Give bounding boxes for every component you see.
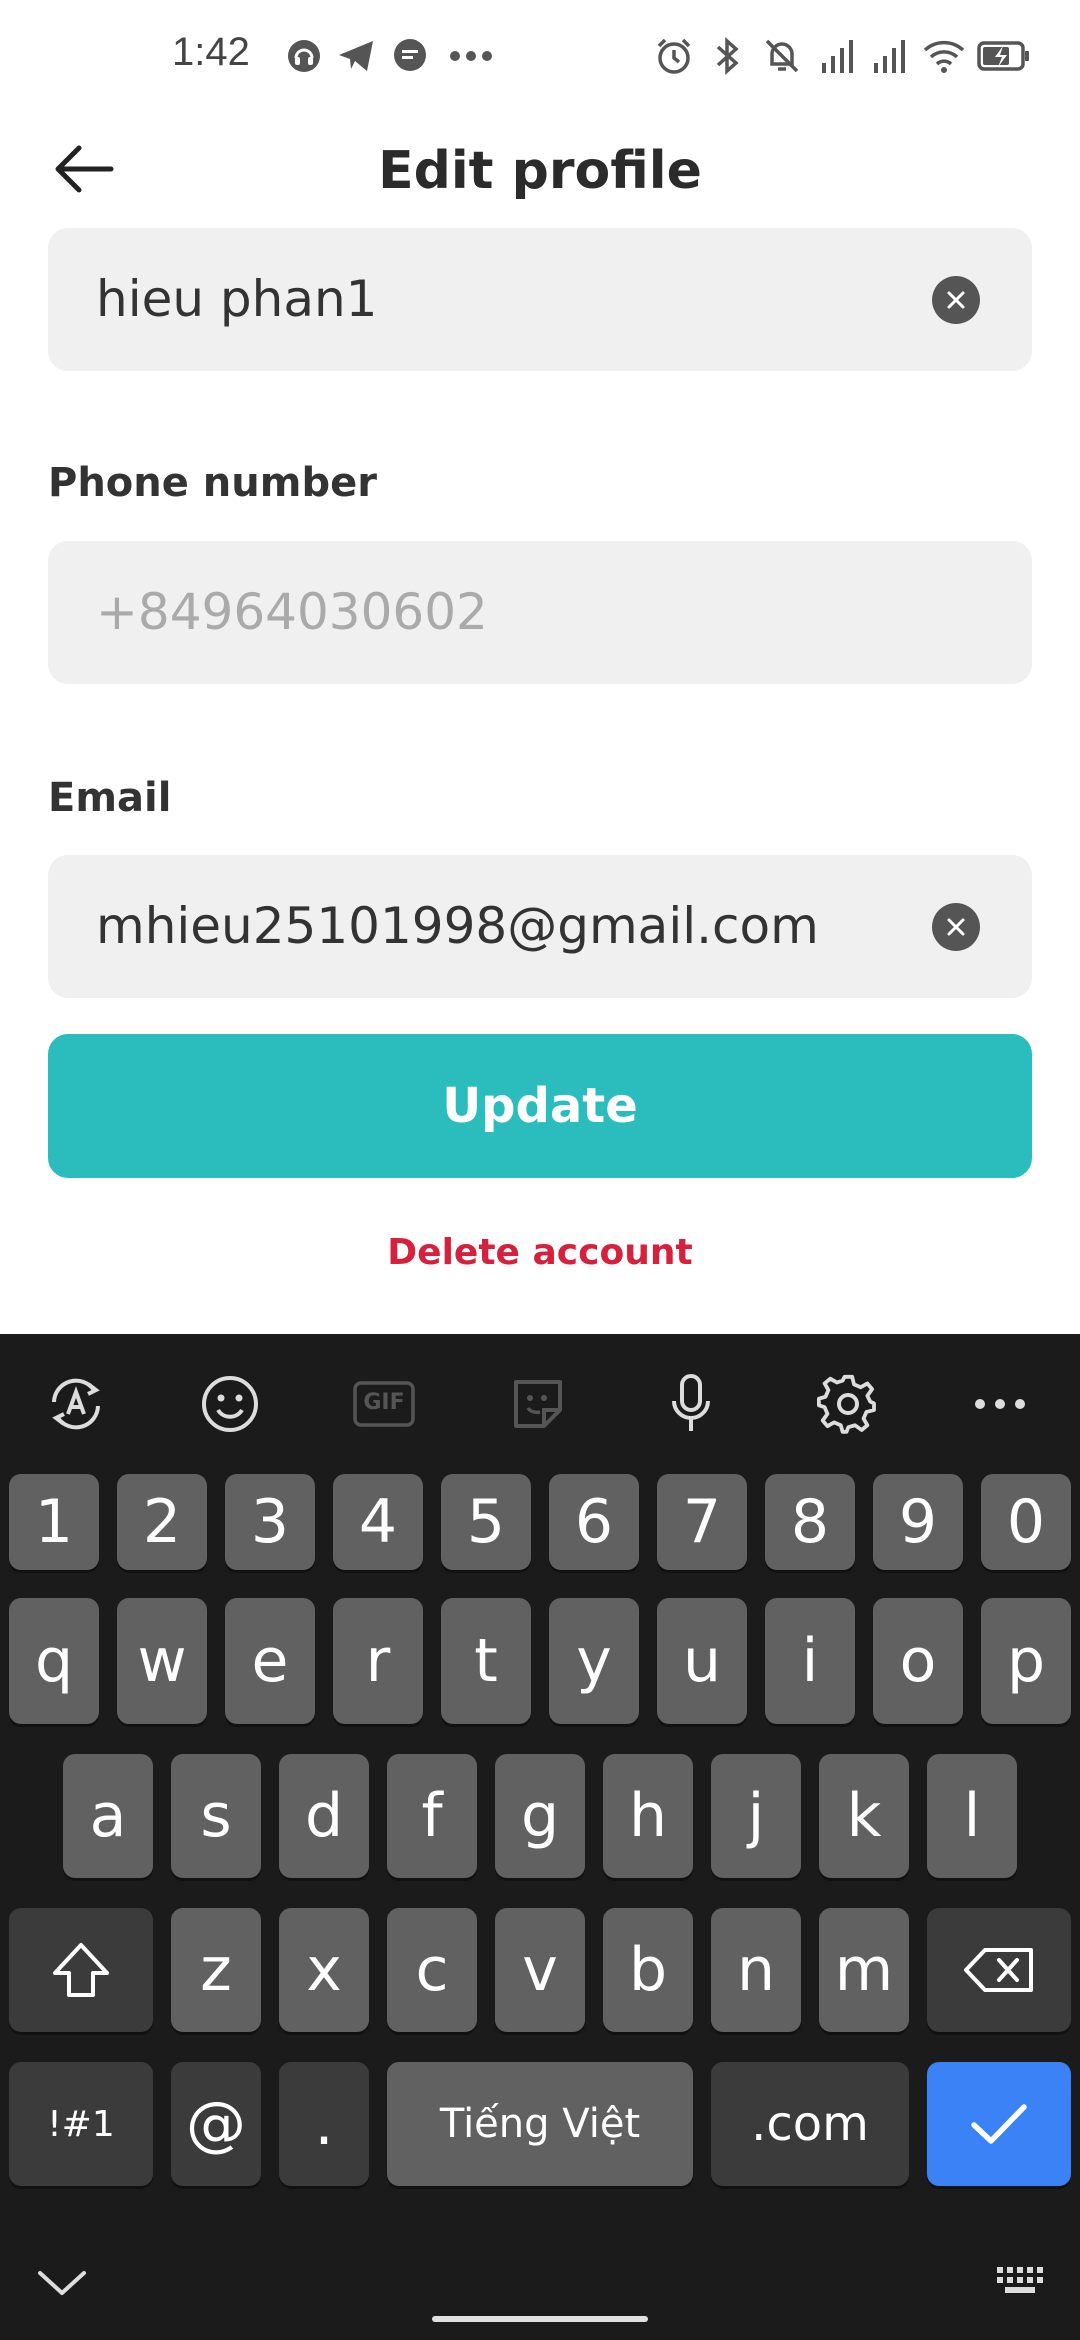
key-y[interactable]: y [549, 1598, 639, 1724]
headset-icon [282, 34, 326, 78]
key-0[interactable]: 0 [981, 1474, 1071, 1570]
clear-email-button[interactable] [932, 903, 980, 951]
key-3[interactable]: 3 [225, 1474, 315, 1570]
dotcom-key[interactable]: .com [711, 2062, 909, 2186]
alarm-icon [652, 34, 696, 78]
microphone-icon[interactable] [655, 1368, 727, 1440]
key-2[interactable]: 2 [117, 1474, 207, 1570]
key-l[interactable]: l [927, 1754, 1017, 1878]
key-s[interactable]: s [171, 1754, 261, 1878]
status-time: 1:42 [172, 30, 250, 74]
name-field-value: hieu phan1 [96, 270, 378, 328]
email-field-value: mhieu25101998@gmail.com [96, 897, 819, 955]
key-a[interactable]: a [63, 1754, 153, 1878]
sticker-icon[interactable] [502, 1368, 574, 1440]
key-d[interactable]: d [279, 1754, 369, 1878]
key-b[interactable]: b [603, 1908, 693, 2032]
key-4[interactable]: 4 [333, 1474, 423, 1570]
key-u[interactable]: u [657, 1598, 747, 1724]
key-o[interactable]: o [873, 1598, 963, 1724]
key-g[interactable]: g [495, 1754, 585, 1878]
more-dots-icon [446, 34, 496, 78]
phone-field-placeholder: +84964030602 [96, 583, 488, 641]
key-n[interactable]: n [711, 1908, 801, 2032]
chevron-down-icon [38, 2271, 86, 2295]
key-h[interactable]: h [603, 1754, 693, 1878]
dot-key[interactable]: . [279, 2062, 369, 2186]
hide-keyboard-button[interactable] [30, 2262, 94, 2302]
key-c[interactable]: c [387, 1908, 477, 2032]
key-6[interactable]: 6 [549, 1474, 639, 1570]
more-dots-icon[interactable] [964, 1368, 1036, 1440]
signal-icon [870, 34, 910, 78]
space-key[interactable]: Tiếng Việt [387, 2062, 693, 2186]
at-key[interactable]: @ [171, 2062, 261, 2186]
key-j[interactable]: j [711, 1754, 801, 1878]
key-w[interactable]: w [117, 1598, 207, 1724]
page-title: Edit profile [378, 141, 702, 201]
key-e[interactable]: e [225, 1598, 315, 1724]
key-9[interactable]: 9 [873, 1474, 963, 1570]
telegram-icon [334, 34, 378, 78]
text-rotate-icon[interactable] [40, 1368, 112, 1440]
keyboard-icon [997, 2267, 1043, 2293]
close-icon [947, 918, 965, 936]
key-v[interactable]: v [495, 1908, 585, 2032]
keyboard-bottom-bar [0, 2224, 1080, 2340]
gif-label: GIF [363, 1390, 405, 1415]
delete-account-link[interactable]: Delete account [0, 1232, 1080, 1273]
key-7[interactable]: 7 [657, 1474, 747, 1570]
keyboard-toolbar: GIF [0, 1334, 1080, 1470]
backspace-icon [964, 1948, 1033, 1992]
confirm-key[interactable] [927, 2062, 1071, 2186]
key-q[interactable]: q [9, 1598, 99, 1724]
key-5[interactable]: 5 [441, 1474, 531, 1570]
settings-gear-icon[interactable] [812, 1368, 884, 1440]
key-r[interactable]: r [333, 1598, 423, 1724]
key-z[interactable]: z [171, 1908, 261, 2032]
emoji-icon[interactable] [194, 1368, 266, 1440]
key-i[interactable]: i [765, 1598, 855, 1724]
key-m[interactable]: m [819, 1908, 909, 2032]
key-x[interactable]: x [279, 1908, 369, 2032]
clear-name-button[interactable] [932, 276, 980, 324]
mute-bell-icon [760, 34, 804, 78]
gif-icon[interactable]: GIF [348, 1368, 420, 1440]
symbols-key[interactable]: !#1 [9, 2062, 153, 2186]
bluetooth-icon [708, 34, 748, 78]
wifi-icon [922, 34, 966, 78]
phone-field[interactable]: +84964030602 [48, 541, 1032, 684]
checkmark-icon [971, 2104, 1027, 2144]
battery-charging-icon [976, 34, 1032, 78]
key-1[interactable]: 1 [9, 1474, 99, 1570]
shift-icon [53, 1943, 109, 1997]
backspace-key[interactable] [927, 1908, 1071, 2032]
signal-icon [818, 34, 858, 78]
keyboard-switch-button[interactable] [990, 2260, 1050, 2300]
key-8[interactable]: 8 [765, 1474, 855, 1570]
shift-key[interactable] [9, 1908, 153, 2032]
update-button[interactable]: Update [48, 1034, 1032, 1178]
close-icon [947, 291, 965, 309]
status-bar: 1:42 [0, 0, 1080, 115]
chat-bubble-icon [388, 34, 432, 78]
key-k[interactable]: k [819, 1754, 909, 1878]
email-field[interactable]: mhieu25101998@gmail.com [48, 855, 1032, 998]
home-indicator[interactable] [432, 2316, 648, 2322]
phone-label: Phone number [48, 460, 377, 506]
email-label: Email [48, 775, 172, 821]
key-t[interactable]: t [441, 1598, 531, 1724]
app-header: Edit profile [0, 115, 1080, 225]
name-field[interactable]: hieu phan1 [48, 228, 1032, 371]
key-f[interactable]: f [387, 1754, 477, 1878]
soft-keyboard: GIF 1 2 3 4 5 6 7 8 9 0 q w e r t y u i … [0, 1334, 1080, 2340]
key-p[interactable]: p [981, 1598, 1071, 1724]
